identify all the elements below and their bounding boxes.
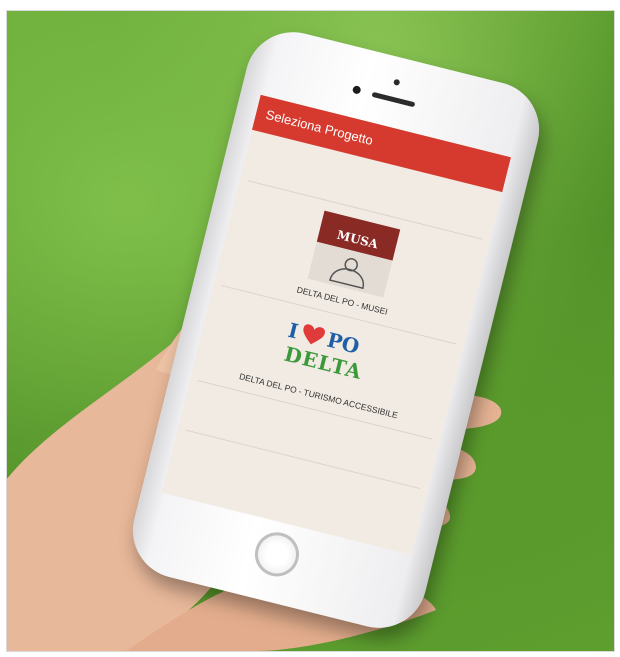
heart-icon bbox=[303, 324, 326, 345]
musei-logo-icon: MUSA bbox=[307, 210, 401, 298]
photo-background: Seleziona Progetto MUSA DELTA DEL PO - M… bbox=[6, 10, 614, 651]
logo-text-i: I bbox=[285, 317, 301, 344]
